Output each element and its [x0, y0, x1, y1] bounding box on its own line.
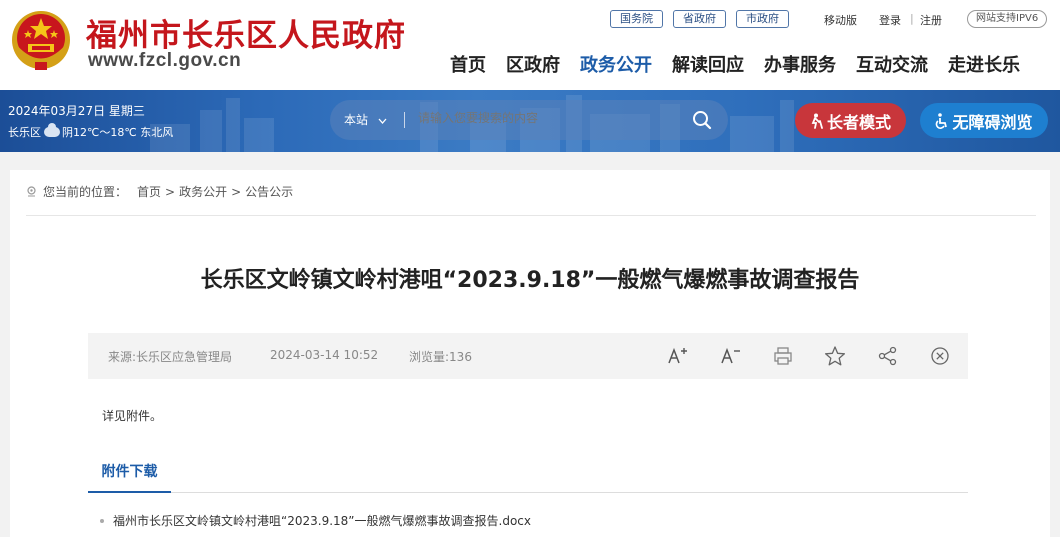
elder-icon	[811, 113, 823, 129]
accessibility-label: 无障碍浏览	[952, 112, 1033, 132]
breadcrumb-announcements[interactable]: 公告公示	[245, 183, 293, 200]
login-link[interactable]: 登录	[879, 12, 901, 28]
national-emblem-icon[interactable]	[8, 8, 74, 74]
search-scope-select[interactable]: 本站	[344, 111, 387, 128]
wheelchair-icon	[936, 112, 948, 129]
nav-interaction[interactable]: 互动交流	[856, 51, 928, 77]
search-bar: 本站	[330, 100, 728, 140]
font-decrease-icon[interactable]	[719, 345, 741, 367]
breadcrumb-separator: >	[231, 184, 242, 199]
weather-location: 长乐区	[8, 126, 41, 139]
site-domain: www.fzcl.gov.cn	[88, 50, 242, 71]
search-icon[interactable]	[692, 110, 712, 130]
banner: 2024年03月27日 星期三 长乐区 阴12℃～18℃ 东北风 本站 长者模式…	[0, 90, 1060, 152]
site-title[interactable]: 福州市长乐区人民政府	[86, 10, 406, 55]
article-datetime: 2024-03-14 10:52	[270, 348, 379, 362]
breadcrumb-divider	[26, 215, 1036, 216]
current-date: 2024年03月27日 星期三	[8, 104, 145, 118]
nav-interpretation[interactable]: 解读回应	[672, 51, 744, 77]
site-header: 福州市长乐区人民政府 www.fzcl.gov.cn 国务院 省政府 市政府 移…	[0, 0, 1060, 90]
weather-info: 长乐区 阴12℃～18℃ 东北风	[8, 123, 174, 140]
breadcrumb-gov-affairs[interactable]: 政务公开	[179, 183, 227, 200]
attachment-link[interactable]: 福州市长乐区文岭镇文岭村港咀“2023.9.18”一般燃气爆燃事故调查报告.do…	[113, 512, 531, 529]
location-pin-icon	[27, 186, 36, 197]
font-increase-icon[interactable]	[666, 345, 688, 367]
search-divider	[404, 112, 405, 128]
breadcrumb: 您当前的位置： 首页 > 政务公开 > 公告公示	[26, 183, 293, 200]
article-source: 来源:长乐区应急管理局	[108, 350, 233, 364]
nav-home[interactable]: 首页	[450, 51, 486, 77]
chevron-down-icon	[378, 118, 387, 124]
link-state-council[interactable]: 国务院	[610, 10, 663, 28]
top-links: 国务院 省政府 市政府	[610, 10, 799, 28]
article-meta-bar: 来源:长乐区应急管理局 2024-03-14 10:52 浏览量:136	[88, 333, 968, 379]
breadcrumb-separator: >	[165, 184, 176, 199]
nav-services[interactable]: 办事服务	[764, 51, 836, 77]
star-icon[interactable]	[824, 345, 846, 367]
article-views: 浏览量:136	[409, 350, 472, 364]
article-title: 长乐区文岭镇文岭村港咀“2023.9.18”一般燃气爆燃事故调查报告	[200, 268, 860, 293]
nav-about[interactable]: 走进长乐	[948, 51, 1020, 77]
breadcrumb-home[interactable]: 首页	[137, 183, 161, 200]
nav-district-gov[interactable]: 区政府	[506, 51, 560, 77]
search-input[interactable]	[418, 111, 678, 125]
content-card: 您当前的位置： 首页 > 政务公开 > 公告公示 长乐区文岭镇文岭村港咀“202…	[10, 170, 1050, 537]
search-scope-label: 本站	[344, 113, 369, 127]
link-city-gov[interactable]: 市政府	[736, 10, 789, 28]
main-nav: 首页 区政府 政务公开 解读回应 办事服务 互动交流 走进长乐	[450, 51, 1040, 77]
breadcrumb-prefix: 您当前的位置：	[43, 185, 128, 199]
close-icon[interactable]	[929, 345, 951, 367]
mobile-version-link[interactable]: 移动版	[824, 12, 857, 28]
bullet-icon	[100, 518, 104, 523]
utility-separator: |	[910, 12, 914, 25]
article-body: 详见附件。	[102, 409, 163, 423]
attachment-item[interactable]: 福州市长乐区文岭镇文岭村港咀“2023.9.18”一般燃气爆燃事故调查报告.do…	[100, 512, 531, 529]
elder-mode-button[interactable]: 长者模式	[795, 103, 906, 138]
ipv6-badge: 网站支持IPV6	[967, 10, 1048, 28]
cloud-icon	[44, 123, 60, 137]
register-link[interactable]: 注册	[920, 12, 942, 28]
attachments-tab[interactable]: 附件下载	[88, 453, 171, 493]
elder-mode-label: 长者模式	[826, 112, 891, 132]
attachments-header: 附件下载	[88, 453, 968, 493]
weather-text: 阴12℃～18℃ 东北风	[62, 126, 174, 139]
accessibility-button[interactable]: 无障碍浏览	[920, 103, 1048, 138]
print-icon[interactable]	[772, 345, 794, 367]
nav-gov-affairs[interactable]: 政务公开	[580, 51, 652, 77]
share-icon[interactable]	[877, 345, 899, 367]
link-provincial-gov[interactable]: 省政府	[673, 10, 726, 28]
